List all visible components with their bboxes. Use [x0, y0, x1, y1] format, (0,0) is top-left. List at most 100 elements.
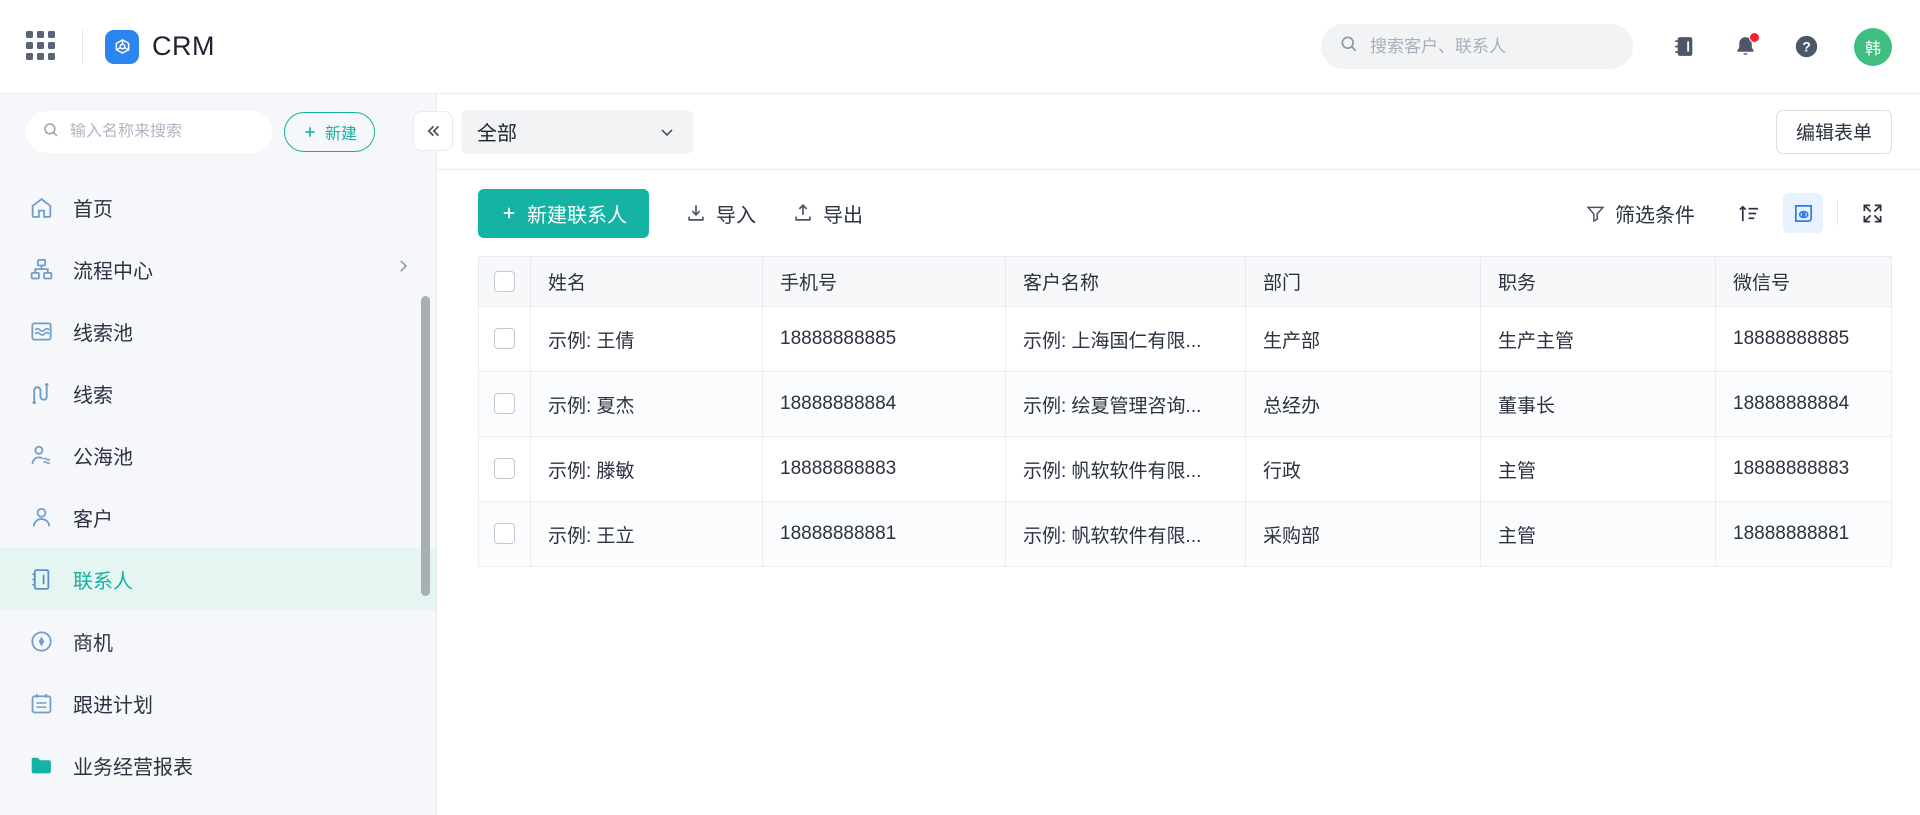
sort-button[interactable]	[1729, 193, 1769, 233]
table-header-row: 姓名 手机号 客户名称 部门 职务 微信号	[479, 257, 1892, 307]
row-select-cell	[479, 307, 531, 372]
app-root: CRM	[0, 0, 1920, 815]
import-button[interactable]: 导入	[685, 199, 756, 228]
cell-customer: 示例: 帆软软件有限...	[1006, 502, 1246, 567]
edit-form-button[interactable]: 编辑表单	[1776, 110, 1892, 154]
fullscreen-button[interactable]	[1852, 193, 1892, 233]
column-header-phone[interactable]: 手机号	[763, 257, 1006, 307]
filter-label: 筛选条件	[1615, 199, 1695, 228]
sidebar-item-public-pool[interactable]: 公海池	[0, 424, 436, 486]
bell-icon[interactable]	[1728, 30, 1762, 64]
lead-icon	[28, 380, 55, 407]
fullscreen-icon	[1861, 202, 1884, 225]
import-label: 导入	[716, 199, 756, 228]
table-row[interactable]: 示例: 滕敏 18888888883 示例: 帆软软件有限... 行政 主管 1…	[479, 437, 1892, 502]
sidebar-search-input[interactable]	[70, 123, 256, 141]
column-header-name[interactable]: 姓名	[531, 257, 763, 307]
global-search-input[interactable]	[1370, 37, 1615, 57]
sidebar-item-lead[interactable]: 线索	[0, 362, 436, 424]
table-toolbar: 新建联系人 导入 导出	[437, 170, 1920, 256]
cell-title: 生产主管	[1481, 307, 1716, 372]
row-checkbox[interactable]	[494, 458, 515, 479]
body-container: 新建 首页	[0, 94, 1920, 815]
header-divider	[82, 30, 83, 64]
sidebar-item-lead-pool[interactable]: 线索池	[0, 300, 436, 362]
cell-name[interactable]: 示例: 王立	[531, 502, 763, 567]
cell-name[interactable]: 示例: 滕敏	[531, 437, 763, 502]
row-checkbox[interactable]	[494, 523, 515, 544]
notification-badge	[1749, 32, 1760, 43]
table-row[interactable]: 示例: 王倩 18888888885 示例: 上海国仁有限... 生产部 生产主…	[479, 307, 1892, 372]
cell-wechat: 18888888883	[1716, 437, 1892, 502]
sidebar-item-customer[interactable]: 客户	[0, 486, 436, 548]
preview-view-toggle[interactable]	[1783, 193, 1823, 233]
column-header-title[interactable]: 职务	[1481, 257, 1716, 307]
help-icon[interactable]: ?	[1789, 30, 1823, 64]
cell-customer: 示例: 帆软软件有限...	[1006, 437, 1246, 502]
row-checkbox[interactable]	[494, 393, 515, 414]
sidebar-collapse-button[interactable]	[413, 111, 453, 151]
filter-button[interactable]: 筛选条件	[1585, 199, 1695, 228]
column-header-dept[interactable]: 部门	[1246, 257, 1481, 307]
global-search-box[interactable]	[1321, 24, 1633, 69]
view-select[interactable]: 全部	[461, 110, 693, 154]
sidebar-item-label: 客户	[73, 503, 412, 532]
lead-pool-icon	[28, 318, 55, 345]
sidebar-item-label: 业务经营报表	[73, 751, 412, 780]
flow-icon	[28, 256, 55, 283]
column-header-wechat[interactable]: 微信号	[1716, 257, 1892, 307]
sidebar-new-button[interactable]: 新建	[284, 112, 375, 152]
preview-frame-icon	[1792, 202, 1815, 225]
filter-icon	[1585, 203, 1606, 224]
table-body: 示例: 王倩 18888888885 示例: 上海国仁有限... 生产部 生产主…	[479, 307, 1892, 567]
sidebar-new-label: 新建	[325, 120, 357, 144]
row-checkbox[interactable]	[494, 328, 515, 349]
brand-logo-link[interactable]: CRM	[105, 30, 215, 64]
sidebar-item-label: 商机	[73, 627, 412, 656]
toolbar-divider	[1837, 201, 1838, 225]
home-icon	[28, 194, 55, 221]
cell-dept: 采购部	[1246, 502, 1481, 567]
contact-icon	[28, 566, 55, 593]
sidebar-item-contact[interactable]: 联系人	[0, 548, 436, 610]
cell-name[interactable]: 示例: 王倩	[531, 307, 763, 372]
sidebar-item-home[interactable]: 首页	[0, 176, 436, 238]
sidebar-item-followup-plan[interactable]: 跟进计划	[0, 672, 436, 734]
cell-dept: 行政	[1246, 437, 1481, 502]
export-button[interactable]: 导出	[792, 199, 863, 228]
sidebar-item-label: 首页	[73, 193, 412, 222]
chevron-right-icon	[394, 257, 412, 281]
select-all-checkbox[interactable]	[494, 271, 515, 292]
column-header-customer[interactable]: 客户名称	[1006, 257, 1246, 307]
search-icon	[1339, 34, 1359, 59]
main-header: 全部 编辑表单	[437, 94, 1920, 170]
avatar[interactable]: 韩	[1854, 28, 1892, 66]
opportunity-icon	[28, 628, 55, 655]
table-head: 姓名 手机号 客户名称 部门 职务 微信号	[479, 257, 1892, 307]
cell-phone: 18888888885	[763, 307, 1006, 372]
sidebar-scrollbar[interactable]	[421, 296, 430, 596]
sidebar-item-business-report[interactable]: 业务经营报表	[0, 734, 436, 796]
view-select-value: 全部	[477, 117, 517, 146]
collapse-left-icon	[423, 121, 443, 141]
create-contact-button[interactable]: 新建联系人	[478, 189, 649, 238]
search-icon	[42, 121, 60, 144]
export-icon	[792, 202, 814, 224]
cell-wechat: 18888888881	[1716, 502, 1892, 567]
sidebar-nav: 首页 流程中心	[0, 170, 436, 815]
table-container: 姓名 手机号 客户名称 部门 职务 微信号 示例: 王倩 1888888888	[437, 256, 1920, 815]
table-row[interactable]: 示例: 夏杰 18888888884 示例: 绘夏管理咨询... 总经办 董事长…	[479, 372, 1892, 437]
sidebar-search-box[interactable]	[26, 111, 272, 153]
notebook-icon[interactable]	[1667, 30, 1701, 64]
cell-name[interactable]: 示例: 夏杰	[531, 372, 763, 437]
followup-plan-icon	[28, 690, 55, 717]
header-icon-group: ? 韩	[1667, 28, 1892, 66]
cell-phone: 18888888881	[763, 502, 1006, 567]
sidebar-item-opportunity[interactable]: 商机	[0, 610, 436, 672]
svg-text:?: ?	[1802, 39, 1811, 55]
cell-dept: 生产部	[1246, 307, 1481, 372]
table-row[interactable]: 示例: 王立 18888888881 示例: 帆软软件有限... 采购部 主管 …	[479, 502, 1892, 567]
sidebar-item-flow-center[interactable]: 流程中心	[0, 238, 436, 300]
sidebar-item-label: 线索	[73, 379, 412, 408]
apps-grid-icon[interactable]	[26, 31, 58, 63]
